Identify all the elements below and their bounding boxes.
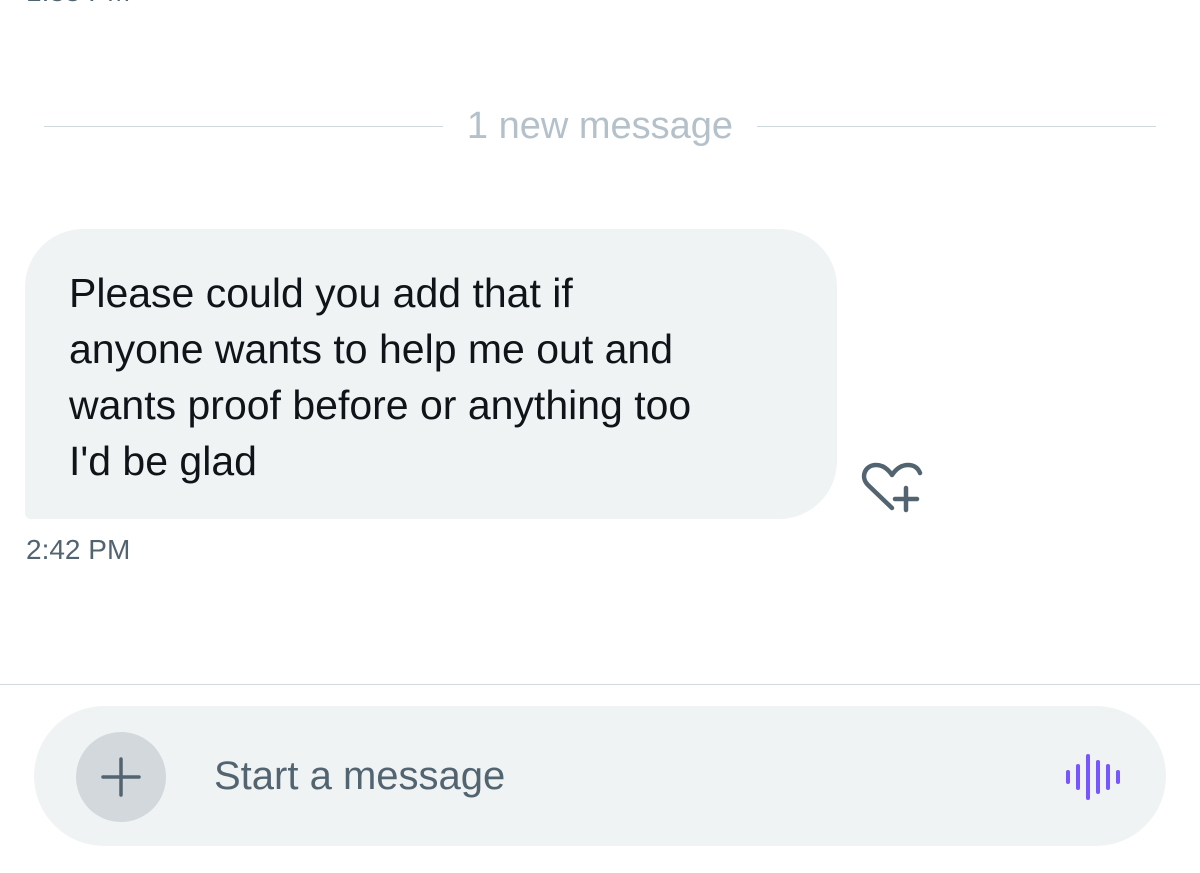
message-composer: [34, 706, 1166, 846]
message-text: Please could you add that if anyone want…: [69, 270, 692, 484]
message-timestamp: 2:42 PM: [26, 534, 131, 565]
plus-icon: [101, 757, 141, 797]
heart-plus-icon: [861, 462, 923, 513]
dm-conversation: 1:33 PM 1 new message Please could you a…: [0, 0, 1200, 873]
audio-waveform-icon: [1066, 754, 1120, 800]
divider-line-left: [44, 125, 443, 127]
new-message-label: 1 new message: [466, 104, 734, 147]
divider-line-right: [757, 125, 1156, 127]
add-reaction-button[interactable]: [858, 458, 924, 518]
new-message-divider: 1 new message: [44, 98, 1156, 154]
previous-message-timestamp: 1:33 PM: [26, 0, 130, 8]
message-input[interactable]: [214, 746, 1034, 806]
add-media-button[interactable]: [76, 732, 166, 822]
voice-message-button[interactable]: [1060, 752, 1124, 802]
composer-separator: [0, 684, 1200, 685]
message-bubble[interactable]: Please could you add that if anyone want…: [25, 229, 837, 519]
